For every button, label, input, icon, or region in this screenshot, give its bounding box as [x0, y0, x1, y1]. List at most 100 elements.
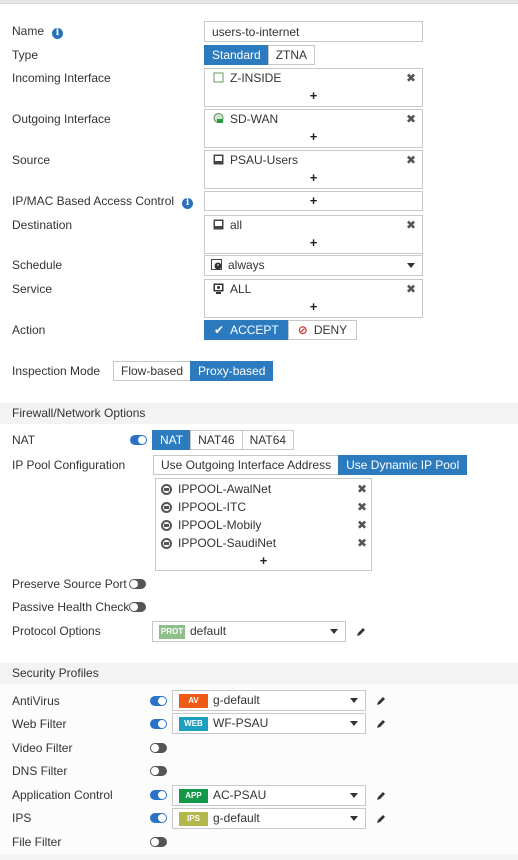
- item-label: IPPOOL-ITC: [178, 500, 247, 514]
- list-item[interactable]: IPPOOL-ITC ✖: [156, 498, 371, 516]
- incoming-interface-field[interactable]: Z-INSIDE ✖ +: [204, 68, 423, 107]
- add-icon[interactable]: +: [205, 128, 422, 146]
- name-label-text: Name: [12, 24, 45, 38]
- add-icon[interactable]: +: [205, 169, 422, 187]
- remove-icon[interactable]: ✖: [406, 280, 416, 298]
- ips-badge: IPS: [179, 812, 208, 826]
- inspection-proxy-option[interactable]: Proxy-based: [190, 361, 274, 381]
- nat-toggle[interactable]: [130, 435, 147, 445]
- ips-label: IPS: [12, 811, 32, 825]
- source-field[interactable]: PSAU-Users ✖ +: [204, 150, 423, 189]
- outgoing-interface-field[interactable]: SD-WAN ✖ +: [204, 109, 423, 148]
- security-profiles-header: Security Profiles: [0, 663, 518, 684]
- prot-badge: PROT: [159, 625, 185, 639]
- web-filter-toggle[interactable]: [150, 719, 167, 729]
- deny-icon: ⊘: [297, 323, 308, 337]
- item-label: IPPOOL-AwalNet: [178, 482, 272, 496]
- application-control-label: Application Control: [12, 788, 113, 802]
- add-icon[interactable]: +: [205, 298, 422, 316]
- ip-mac-access-field[interactable]: +: [204, 191, 423, 211]
- list-item[interactable]: ALL ✖: [205, 280, 422, 298]
- ip-pool-config-label: IP Pool Configuration: [12, 458, 126, 472]
- list-item[interactable]: Z-INSIDE ✖: [205, 69, 422, 87]
- list-item[interactable]: IPPOOL-SaudiNet ✖: [156, 534, 371, 552]
- dns-filter-label: DNS Filter: [12, 764, 68, 778]
- antivirus-toggle[interactable]: [150, 696, 167, 706]
- list-item[interactable]: all ✖: [205, 216, 422, 234]
- add-icon[interactable]: +: [156, 552, 371, 570]
- nat46-option[interactable]: NAT46: [190, 430, 243, 450]
- remove-icon[interactable]: ✖: [406, 216, 416, 234]
- remove-icon[interactable]: ✖: [406, 110, 416, 128]
- remove-icon[interactable]: ✖: [357, 516, 367, 534]
- chevron-down-icon: [350, 793, 358, 798]
- ip-pool-selector: Use Outgoing Interface Address Use Dynam…: [153, 455, 468, 475]
- edit-icon[interactable]: [355, 626, 367, 638]
- remove-icon[interactable]: ✖: [357, 480, 367, 498]
- remove-icon[interactable]: ✖: [357, 534, 367, 552]
- antivirus-profile-select[interactable]: AV g-default: [172, 690, 366, 711]
- remove-icon[interactable]: ✖: [406, 151, 416, 169]
- service-field[interactable]: ALL ✖ +: [204, 279, 423, 318]
- schedule-select[interactable]: always: [204, 255, 423, 276]
- list-item[interactable]: IPPOOL-Mobily ✖: [156, 516, 371, 534]
- ips-profile-select[interactable]: IPS g-default: [172, 808, 366, 829]
- edit-icon[interactable]: [375, 813, 387, 825]
- add-icon[interactable]: +: [205, 234, 422, 252]
- info-icon[interactable]: i: [52, 28, 64, 39]
- edit-icon[interactable]: [375, 718, 387, 730]
- application-control-profile-select[interactable]: APP AC-PSAU: [172, 785, 366, 806]
- edit-icon[interactable]: [375, 790, 387, 802]
- type-standard-option[interactable]: Standard: [204, 45, 269, 65]
- schedule-value: always: [228, 258, 265, 272]
- remove-icon[interactable]: ✖: [406, 69, 416, 87]
- interface-port-icon: [213, 70, 224, 83]
- add-icon[interactable]: +: [205, 87, 422, 105]
- list-item[interactable]: SD-WAN ✖: [205, 110, 422, 128]
- web-badge: WEB: [179, 717, 208, 731]
- item-label: Z-INSIDE: [230, 71, 282, 85]
- inspection-flow-option[interactable]: Flow-based: [113, 361, 192, 381]
- dns-filter-toggle[interactable]: [150, 766, 167, 776]
- nat64-option[interactable]: NAT64: [241, 430, 295, 450]
- video-filter-toggle[interactable]: [150, 743, 167, 753]
- use-dynamic-ip-pool-option[interactable]: Use Dynamic IP Pool: [338, 455, 468, 475]
- nat-label: NAT: [12, 433, 36, 447]
- video-filter-label: Video Filter: [12, 741, 73, 755]
- add-icon[interactable]: +: [205, 192, 422, 210]
- passive-health-check-toggle[interactable]: [129, 602, 146, 612]
- type-ztna-option[interactable]: ZTNA: [267, 45, 316, 65]
- destination-field[interactable]: all ✖ +: [204, 215, 423, 254]
- remove-icon[interactable]: ✖: [357, 498, 367, 516]
- preserve-source-port-toggle[interactable]: [129, 579, 146, 589]
- firewall-options-header: Firewall/Network Options: [0, 403, 518, 424]
- service-label: Service: [12, 282, 53, 296]
- ip-pool-list[interactable]: IPPOOL-AwalNet ✖ IPPOOL-ITC ✖ IPPOOL-Mobil…: [155, 478, 372, 571]
- av-badge: AV: [179, 694, 208, 708]
- use-outgoing-interface-option[interactable]: Use Outgoing Interface Address: [153, 455, 340, 475]
- check-icon: ✔: [214, 323, 225, 337]
- action-label: Action: [12, 323, 46, 337]
- list-item[interactable]: PSAU-Users ✖: [205, 151, 422, 169]
- bottom-divider: [0, 854, 518, 860]
- web-filter-profile-select[interactable]: WEB WF-PSAU: [172, 713, 366, 734]
- nat-option[interactable]: NAT: [152, 430, 192, 450]
- ip-mac-access-label: IP/MAC Based Access Control i: [12, 194, 194, 209]
- list-item[interactable]: IPPOOL-AwalNet ✖: [156, 480, 371, 498]
- name-input[interactable]: [204, 21, 423, 42]
- action-accept-option[interactable]: ✔ ACCEPT: [204, 320, 289, 340]
- application-control-toggle[interactable]: [150, 790, 167, 800]
- action-deny-option[interactable]: ⊘ DENY: [287, 320, 358, 340]
- incoming-interface-label: Incoming Interface: [12, 71, 111, 85]
- app-badge: APP: [179, 789, 208, 803]
- file-filter-toggle[interactable]: [150, 837, 167, 847]
- destination-label: Destination: [12, 218, 73, 232]
- chevron-down-icon: [350, 721, 358, 726]
- ips-toggle[interactable]: [150, 813, 167, 823]
- item-label: IPPOOL-SaudiNet: [178, 536, 277, 550]
- edit-icon[interactable]: [375, 695, 387, 707]
- inspection-mode-label: Inspection Mode: [12, 364, 101, 378]
- info-icon[interactable]: i: [182, 198, 194, 209]
- protocol-options-select[interactable]: PROT default: [152, 621, 346, 642]
- schedule-icon: [211, 257, 222, 270]
